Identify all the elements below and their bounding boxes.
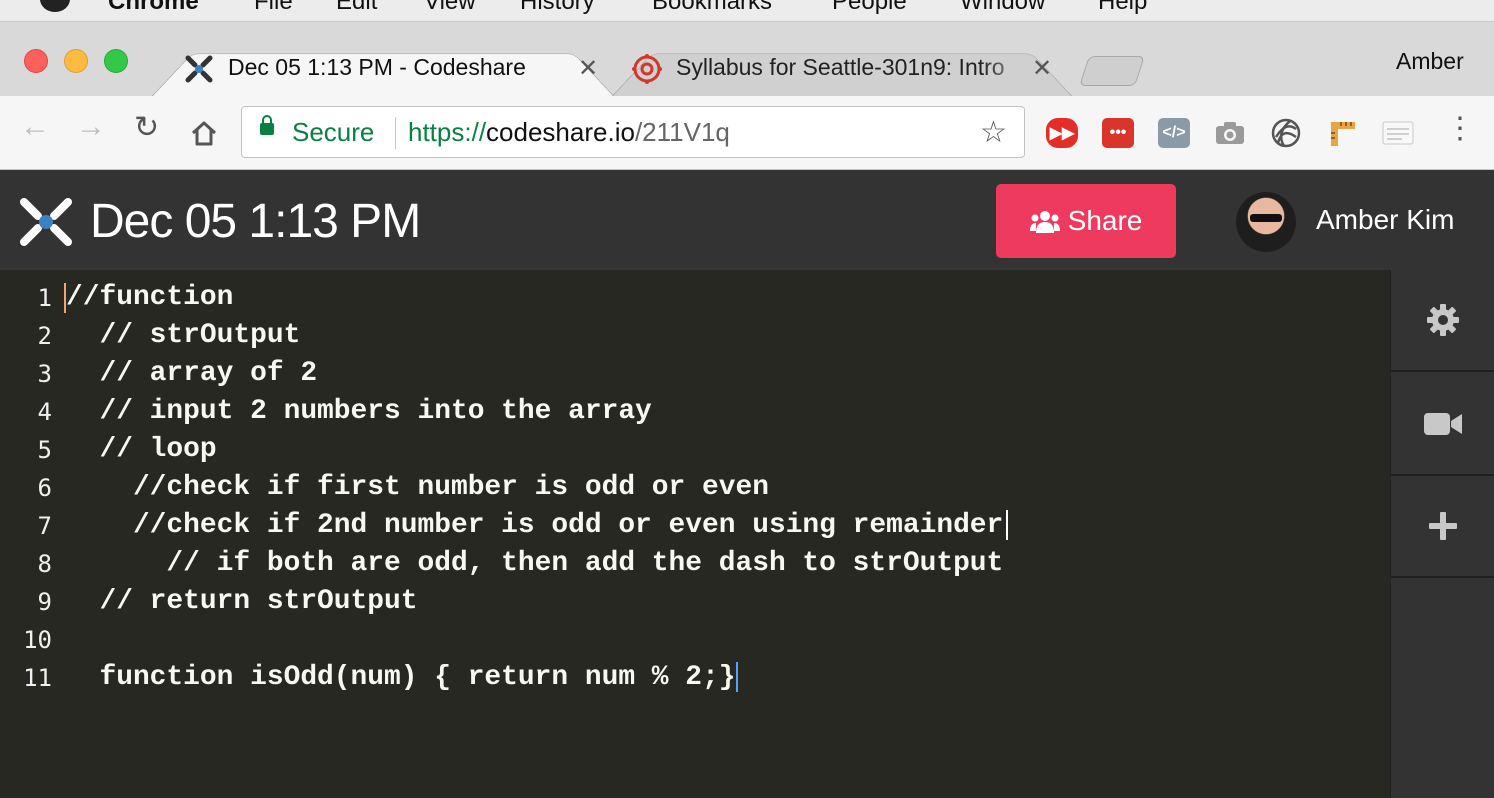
line-number: 11 <box>23 664 52 692</box>
avatar[interactable] <box>1236 192 1296 252</box>
bookmark-star-icon[interactable]: ☆ <box>980 115 1007 150</box>
line-number: 6 <box>37 474 52 502</box>
menu-chrome[interactable]: Chrome <box>108 0 199 16</box>
line-number: 9 <box>37 588 52 616</box>
close-tab-icon[interactable]: ✕ <box>578 54 598 83</box>
secure-label: Secure <box>292 117 375 147</box>
menu-window[interactable]: Window <box>960 0 1045 16</box>
app-header: Dec 05 1:13 PM Share Amber Kim <box>0 170 1494 270</box>
line-number: 8 <box>37 550 52 578</box>
code-line[interactable]: // strOutput <box>66 320 300 351</box>
video-call-button[interactable] <box>1391 374 1494 476</box>
macos-menubar: Chrome File Edit View History Bookmarks … <box>0 0 1494 22</box>
close-window-button[interactable] <box>24 49 48 73</box>
user-name[interactable]: Amber Kim <box>1316 204 1454 236</box>
share-label: Share <box>1067 205 1143 236</box>
code-line[interactable]: // input 2 numbers into the array <box>66 396 651 427</box>
tab-syllabus[interactable]: Syllabus for Seattle-301n9: Intro ✕ <box>612 42 1072 96</box>
document-title[interactable]: Dec 05 1:13 PM <box>90 194 421 249</box>
camera-ext-icon[interactable] <box>1214 118 1246 148</box>
line-number: 1 <box>37 284 52 312</box>
profile-name[interactable]: Amber <box>1396 48 1464 75</box>
code-ext-icon[interactable]: </> <box>1158 118 1190 148</box>
reload-icon[interactable]: ↻ <box>134 110 159 145</box>
apple-icon[interactable] <box>40 0 70 12</box>
gear-icon <box>1427 304 1459 336</box>
home-icon[interactable] <box>190 120 218 146</box>
url-text[interactable]: https://codeshare.io/211V1q <box>408 117 730 148</box>
code-line[interactable]: function isOdd(num) { return num % 2;} <box>66 662 735 693</box>
menu-edit[interactable]: Edit <box>336 0 377 16</box>
notes-ext-icon[interactable] <box>1382 118 1414 148</box>
code-line[interactable]: //check if first number is odd or even <box>66 472 769 503</box>
tab-title: Dec 05 1:13 PM - Codeshare <box>228 54 526 80</box>
users-icon <box>1029 211 1060 233</box>
more-ext-icon[interactable]: ••• <box>1102 118 1134 148</box>
line-number: 10 <box>23 626 52 654</box>
browser-toolbar: ← → ↻ Secure https://codeshare.io/211V1q… <box>0 96 1494 170</box>
menu-file[interactable]: File <box>254 0 293 16</box>
add-button[interactable] <box>1391 476 1494 578</box>
code-editor[interactable]: 1 2 3 4 5 6 7 8 9 10 11 //function // st… <box>0 270 1390 798</box>
line-number-gutter: 1 2 3 4 5 6 7 8 9 10 11 <box>0 270 62 798</box>
menu-history[interactable]: History <box>520 0 595 16</box>
code-line[interactable]: // if both are odd, then add the dash to… <box>66 548 1003 579</box>
editor-sidebar <box>1390 270 1494 798</box>
plus-icon <box>1429 512 1457 540</box>
back-arrow-icon[interactable]: ← <box>20 110 50 144</box>
line-number: 7 <box>37 512 52 540</box>
remote-cursor <box>736 662 738 692</box>
share-button[interactable]: Share <box>996 184 1176 258</box>
video-camera-icon <box>1424 413 1462 435</box>
youtube-ext-icon[interactable]: ▶▶ <box>1046 118 1078 148</box>
canvas-favicon-icon <box>632 54 662 84</box>
line-number: 5 <box>37 436 52 464</box>
close-tab-icon[interactable]: ✕ <box>1032 54 1052 83</box>
line-number: 3 <box>37 360 52 388</box>
settings-button[interactable] <box>1391 270 1494 372</box>
tab-codeshare[interactable]: Dec 05 1:13 PM - Codeshare ✕ <box>152 42 614 96</box>
menu-people[interactable]: People <box>832 0 907 16</box>
spiral-ext-icon[interactable] <box>1270 118 1302 148</box>
address-bar[interactable]: Secure https://codeshare.io/211V1q ☆ <box>241 106 1025 158</box>
ruler-ext-icon[interactable] <box>1326 118 1358 148</box>
forward-arrow-icon[interactable]: → <box>76 110 106 144</box>
zoom-window-button[interactable] <box>104 49 128 73</box>
tab-title: Syllabus for Seattle-301n9: Intro <box>676 54 1005 80</box>
menu-bookmarks[interactable]: Bookmarks <box>652 0 772 16</box>
line-number: 4 <box>37 398 52 426</box>
more-menu-icon[interactable]: ⋮ <box>1445 114 1475 144</box>
menu-help[interactable]: Help <box>1098 0 1147 16</box>
menu-view[interactable]: View <box>424 0 476 16</box>
minimize-window-button[interactable] <box>64 49 88 73</box>
code-line[interactable]: //check if 2nd number is odd or even usi… <box>66 510 1003 541</box>
new-tab-button[interactable] <box>1079 56 1145 86</box>
code-line[interactable]: // return strOutput <box>66 586 417 617</box>
code-line[interactable]: // loop <box>66 434 216 465</box>
line-number: 2 <box>37 322 52 350</box>
code-line[interactable]: //function <box>66 282 233 313</box>
code-line[interactable]: // array of 2 <box>66 358 317 389</box>
codeshare-logo-icon[interactable] <box>18 196 74 248</box>
remote-cursor <box>1006 510 1008 540</box>
codeshare-favicon-icon <box>185 55 213 83</box>
lock-icon <box>260 115 274 135</box>
